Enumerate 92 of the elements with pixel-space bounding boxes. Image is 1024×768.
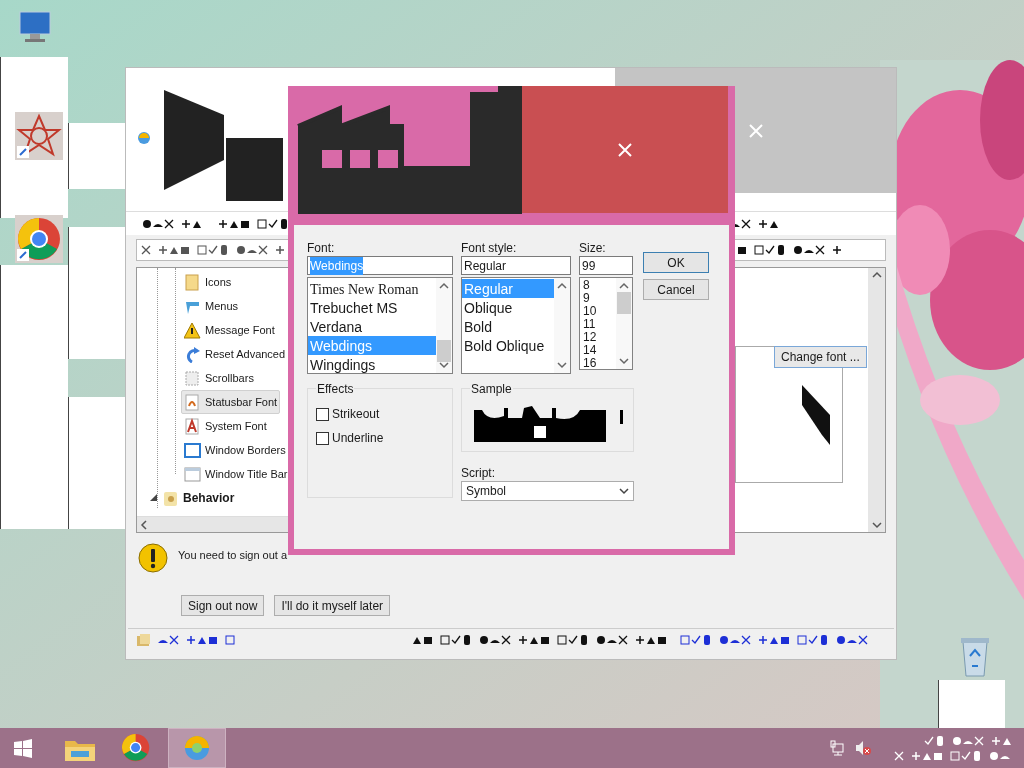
tree-item[interactable]: Scrollbars — [181, 366, 257, 390]
change-font-button[interactable]: Change font ... — [774, 346, 867, 368]
list-item[interactable]: Times New Roman — [308, 279, 436, 298]
list-item[interactable]: 8 — [580, 279, 616, 292]
scroll-down-icon[interactable] — [871, 521, 882, 529]
tile-panel — [68, 293, 125, 359]
scroll-thumb[interactable] — [437, 340, 451, 362]
list-item[interactable]: Bold Oblique — [462, 336, 554, 355]
field-label: Script: — [461, 465, 496, 479]
list-item[interactable]: 12 — [580, 331, 616, 344]
list-scrollbar[interactable] — [436, 278, 452, 373]
network-icon[interactable] — [829, 740, 845, 756]
close-icon — [618, 142, 632, 157]
list-scrollbar[interactable] — [616, 278, 632, 369]
field-label: Size: — [579, 240, 607, 254]
tree-item-icon — [184, 441, 201, 459]
font-list[interactable]: Times New Roman Trebuchet MS Verdana Webdings Wingdings — [307, 277, 453, 374]
list-item[interactable]: 11 — [580, 318, 616, 331]
group-label: Sample — [470, 382, 513, 396]
vertical-scrollbar[interactable] — [868, 268, 885, 532]
list-scrollbar[interactable] — [554, 278, 570, 373]
tree-item[interactable]: Window Title Bar — [181, 462, 291, 486]
chrome-icon — [120, 732, 152, 764]
tree-item[interactable]: Behavior — [149, 486, 235, 510]
warning-icon — [138, 543, 168, 573]
tile-panel — [0, 463, 68, 529]
scroll-up-icon[interactable] — [439, 282, 449, 290]
size-list[interactable]: 8 9 10 11 12 14 16 — [579, 277, 633, 370]
style-list[interactable]: Regular Oblique Bold Bold Oblique — [461, 277, 571, 374]
list-item[interactable]: Wingdings — [308, 355, 436, 373]
tile-panel — [68, 397, 125, 463]
checkbox[interactable]: Underline — [316, 429, 452, 447]
close-icon — [748, 123, 763, 138]
list-item[interactable]: Trebuchet MS — [308, 298, 436, 317]
tree-item-icon — [184, 393, 201, 411]
tree-item[interactable]: Message Font — [181, 318, 278, 342]
list-item[interactable]: 10 — [580, 305, 616, 318]
square-glyph-icon — [226, 138, 283, 201]
tree-item-icon — [184, 273, 201, 291]
tree-item-icon — [184, 369, 201, 387]
list-item[interactable]: Oblique — [462, 298, 554, 317]
speaker-glyph-icon — [162, 90, 226, 190]
scroll-up-icon[interactable] — [619, 282, 629, 290]
windows-start-icon[interactable] — [14, 738, 32, 758]
glyph-row-drawing — [142, 217, 204, 230]
tree-item[interactable]: Menus — [181, 294, 242, 318]
chrome-shortcut-icon[interactable] — [15, 215, 63, 263]
scroll-thumb[interactable] — [617, 292, 631, 314]
input-field[interactable]: Regular — [461, 256, 571, 275]
tree-item-icon — [184, 417, 201, 435]
list-item[interactable]: 14 — [580, 344, 616, 357]
status-icon — [136, 632, 150, 647]
scroll-down-icon[interactable] — [619, 357, 629, 365]
tile-panel — [0, 265, 68, 331]
scroll-left-icon[interactable] — [140, 519, 148, 530]
cancel-button[interactable]: Cancel — [643, 279, 709, 300]
scroll-up-icon[interactable] — [557, 282, 567, 290]
tree-item[interactable]: System Font — [181, 414, 270, 438]
field-label: Font: — [307, 240, 336, 254]
list-item[interactable]: Bold — [462, 317, 554, 336]
tree-item[interactable]: Icons — [181, 270, 235, 294]
scroll-down-icon[interactable] — [557, 361, 567, 369]
list-item[interactable]: Verdana — [308, 317, 436, 336]
checkbox[interactable]: Strikeout — [316, 405, 452, 423]
computer-icon[interactable] — [16, 10, 54, 44]
ok-button[interactable]: OK — [643, 252, 709, 273]
tree-item[interactable]: Window Borders — [181, 438, 289, 462]
dialog-button[interactable]: I'll do it myself later — [274, 595, 391, 616]
warning-message: You need to sign out a — [178, 548, 288, 563]
list-item[interactable]: 9 — [580, 292, 616, 305]
input-field[interactable]: 99 — [579, 256, 633, 275]
scroll-down-icon[interactable] — [439, 361, 449, 369]
preview-glyph-icon — [802, 384, 832, 445]
tile-panel — [68, 463, 125, 529]
tree-item[interactable]: Statusbar Font — [181, 390, 281, 414]
list-item[interactable]: 16 — [580, 357, 616, 369]
tree-item-icon — [184, 345, 201, 363]
tile-panel — [938, 680, 1005, 728]
folder-icon — [162, 489, 179, 507]
scroll-up-icon[interactable] — [871, 271, 882, 279]
field-label: Font style: — [461, 240, 518, 254]
expander-icon[interactable] — [149, 493, 158, 503]
tree-item-icon — [184, 321, 201, 339]
dialog-button[interactable]: Sign out now — [181, 595, 265, 616]
script-dropdown[interactable]: Symbol — [461, 481, 634, 501]
app-icon — [136, 130, 152, 146]
tree-item[interactable]: Reset Advanced — [181, 342, 289, 366]
group-label: Effects — [316, 382, 355, 396]
dropdown-caret-icon — [619, 487, 629, 495]
tree-item-icon — [184, 465, 201, 483]
app-shortcut-icon[interactable] — [15, 112, 63, 160]
muted-speaker-icon[interactable] — [855, 740, 872, 756]
